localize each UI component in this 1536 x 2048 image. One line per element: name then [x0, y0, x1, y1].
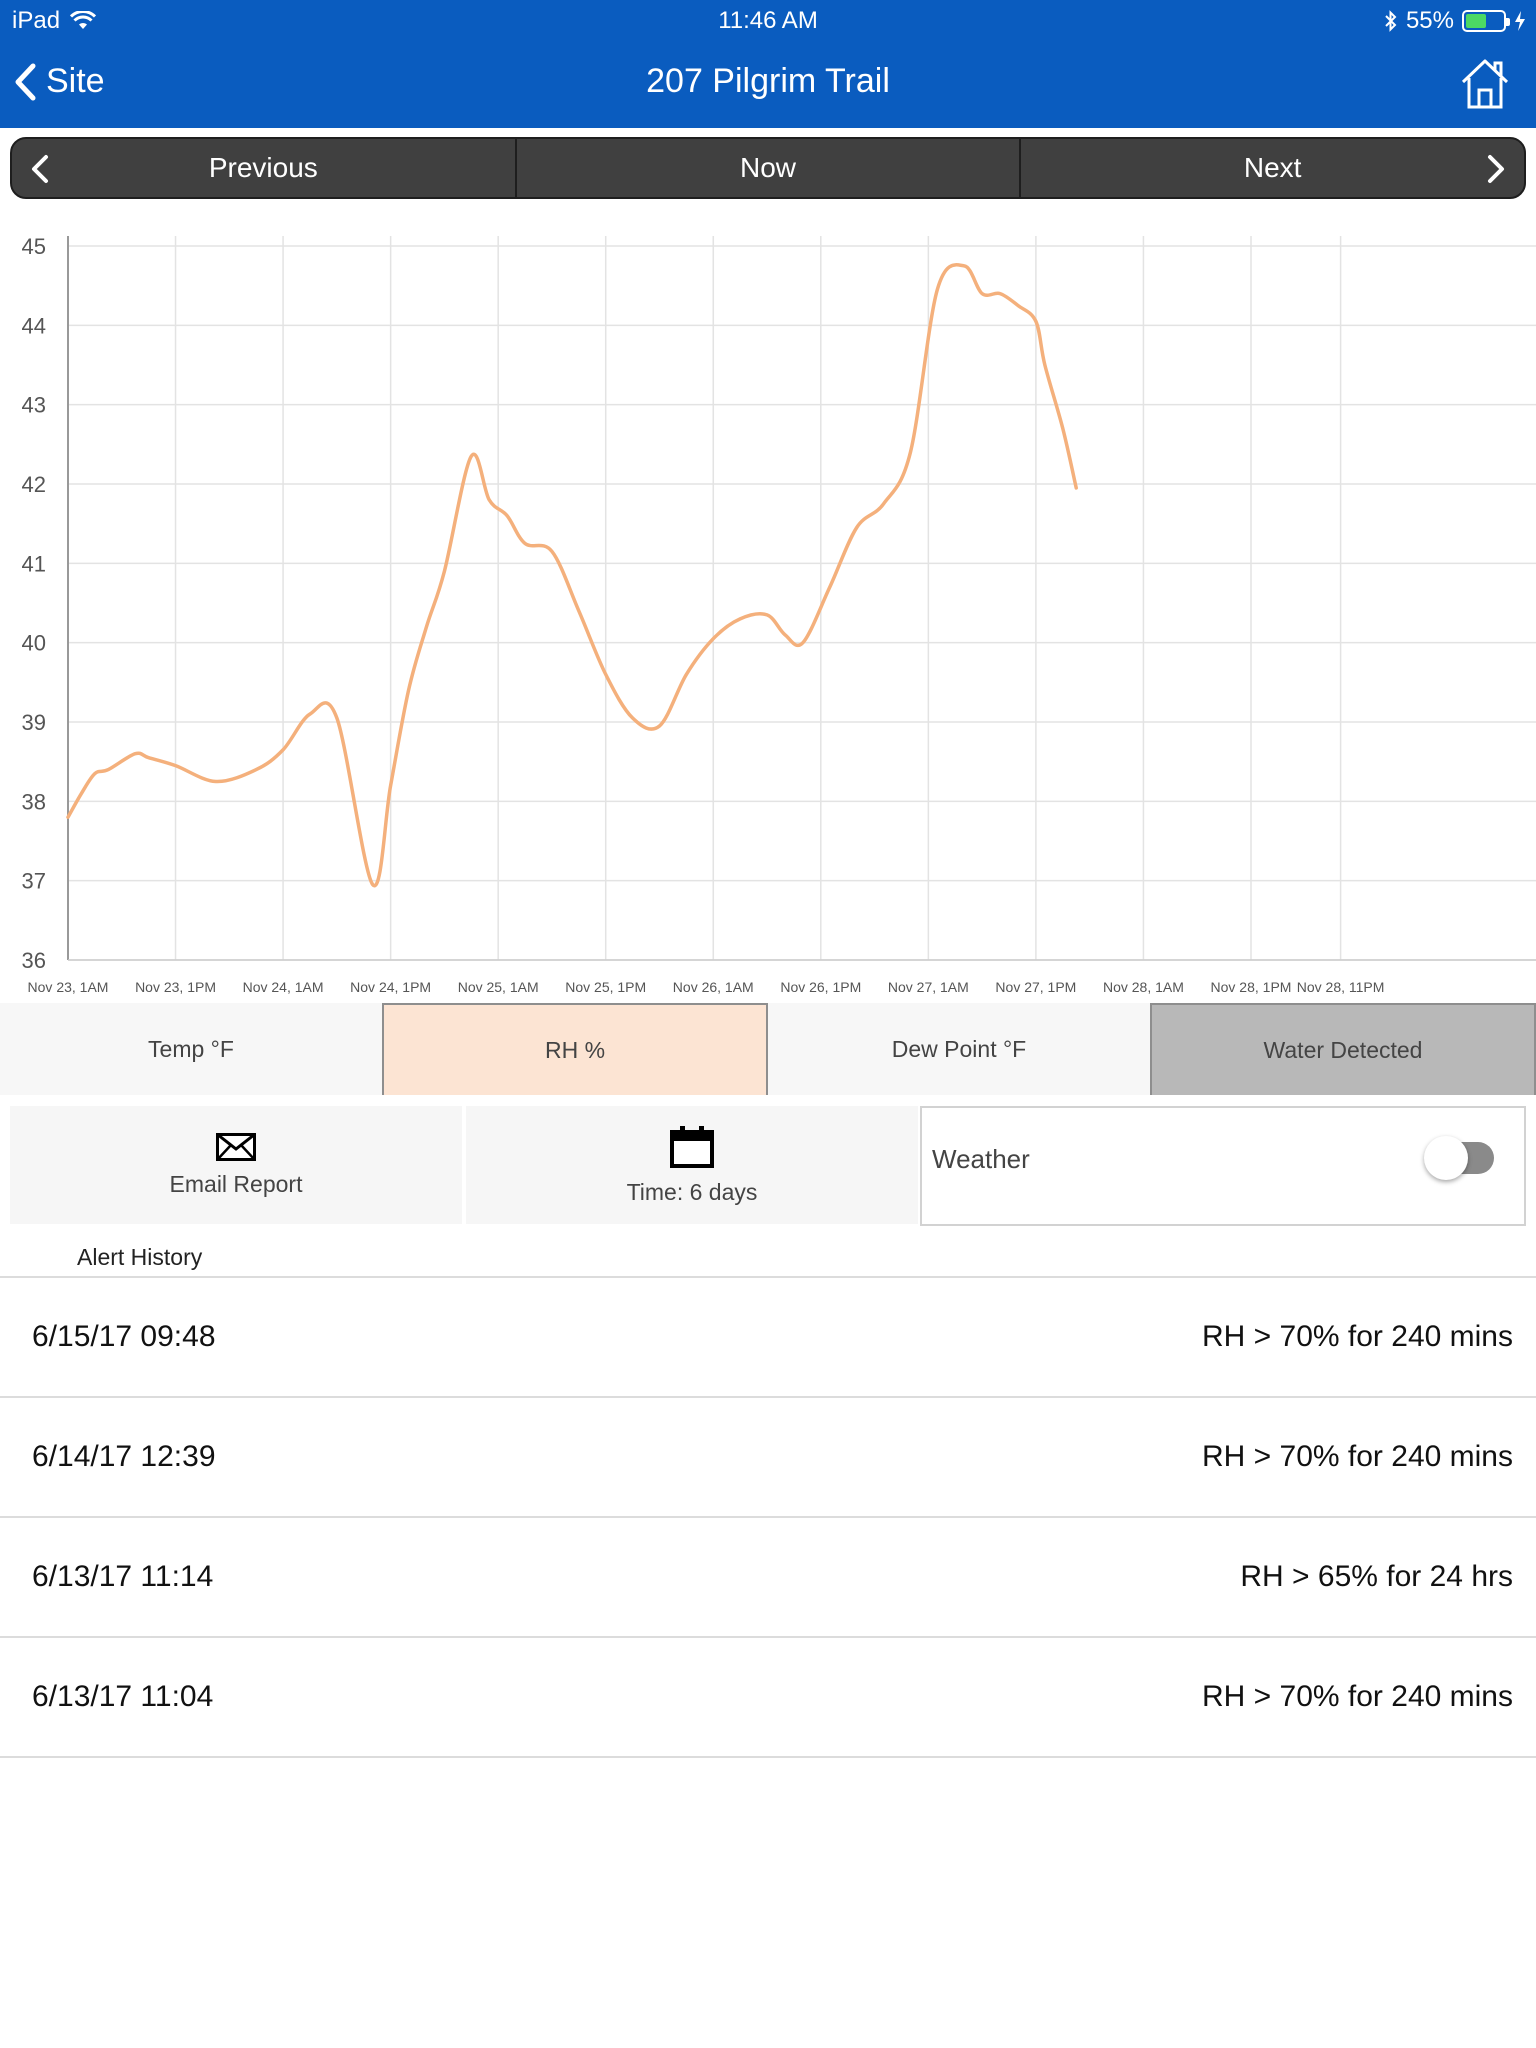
y-tick-label: 38 — [22, 789, 46, 814]
tab-rh[interactable]: RH % — [382, 1003, 768, 1095]
alert-date: 6/13/17 11:04 — [32, 1680, 214, 1713]
home-icon[interactable] — [1460, 58, 1510, 110]
next-label: Next — [1243, 152, 1302, 183]
y-tick-label: 43 — [22, 393, 46, 418]
x-tick-label: Nov 26, 1AM — [673, 979, 754, 995]
period-selector: Previous Now Next — [10, 137, 1526, 199]
alert-history-list: 6/15/17 09:48 RH > 70% for 240 mins 6/14… — [0, 1276, 1536, 1758]
status-right: 55% — [1384, 7, 1526, 35]
weather-toggle-row: Weather — [920, 1106, 1526, 1226]
x-tick-label: Nov 26, 1PM — [780, 979, 861, 995]
tab-temp[interactable]: Temp °F — [0, 1003, 382, 1095]
x-tick-label: Nov 28, 11PM — [1297, 979, 1385, 995]
status-time: 11:46 AM — [718, 7, 818, 34]
x-tick-label: Nov 24, 1AM — [243, 979, 324, 995]
alert-row[interactable]: 6/13/17 11:04 RH > 70% for 240 mins — [0, 1638, 1536, 1758]
battery-fill — [1466, 14, 1486, 28]
alert-row[interactable]: 6/15/17 09:48 RH > 70% for 240 mins — [0, 1278, 1536, 1398]
y-tick-label: 44 — [22, 313, 46, 338]
now-button[interactable]: Now — [514, 139, 1020, 197]
email-report-button[interactable]: Email Report — [10, 1106, 462, 1224]
email-report-label: Email Report — [169, 1170, 303, 1197]
alert-rule: RH > 70% for 240 mins — [1202, 1440, 1513, 1473]
alert-rule: RH > 70% for 240 mins — [1202, 1680, 1513, 1713]
previous-label: Previous — [208, 152, 318, 183]
metric-tabs: Temp °F RH % Dew Point °F Water Detected — [0, 1003, 1536, 1095]
bluetooth-icon — [1385, 10, 1397, 32]
alert-rule: RH > 65% for 24 hrs — [1240, 1560, 1513, 1593]
app-header: iPad 11:46 AM 55% Site 207 Pilgrim Trail — [0, 0, 1536, 128]
y-tick-label: 42 — [22, 472, 46, 497]
x-tick-label: Nov 25, 1AM — [458, 979, 539, 995]
time-range-button[interactable]: Time: 6 days — [466, 1106, 918, 1224]
rh-series-line — [66, 263, 1078, 888]
next-button[interactable]: Next — [1019, 139, 1524, 197]
alert-row[interactable]: 6/14/17 12:39 RH > 70% for 240 mins — [0, 1398, 1536, 1518]
x-tick-label: Nov 28, 1PM — [1211, 979, 1292, 995]
envelope-icon — [216, 1132, 256, 1161]
charging-icon — [1515, 11, 1525, 31]
alert-row[interactable]: 6/13/17 11:14 RH > 65% for 24 hrs — [0, 1518, 1536, 1638]
x-tick-label: Nov 23, 1PM — [135, 979, 216, 995]
x-tick-label: Nov 28, 1AM — [1103, 979, 1184, 995]
battery-percent: 55% — [1405, 7, 1454, 34]
x-tick-label: Nov 23, 1AM — [28, 979, 109, 995]
x-tick-label: Nov 24, 1PM — [350, 979, 431, 995]
calendar-icon — [670, 1125, 714, 1168]
x-tick-label: Nov 27, 1PM — [995, 979, 1076, 995]
now-label: Now — [740, 152, 797, 183]
y-tick-label: 40 — [22, 631, 46, 656]
y-tick-label: 41 — [22, 551, 46, 576]
chevron-left-icon — [32, 155, 48, 183]
alert-history-title: Alert History — [77, 1244, 203, 1270]
x-tick-label: Nov 25, 1PM — [565, 979, 646, 995]
page-title: 207 Pilgrim Trail — [646, 62, 890, 100]
status-bar: iPad 11:46 AM 55% — [0, 0, 1536, 40]
time-range-label: Time: 6 days — [626, 1178, 758, 1205]
x-tick-label: Nov 27, 1AM — [888, 979, 969, 995]
y-tick-label: 39 — [22, 710, 46, 735]
chevron-right-icon — [1488, 155, 1505, 183]
weather-toggle-knob — [1424, 1136, 1468, 1180]
tab-water-detected[interactable]: Water Detected — [1150, 1003, 1536, 1095]
y-tick-label: 45 — [22, 234, 46, 259]
alert-date: 6/15/17 09:48 — [32, 1320, 216, 1353]
y-tick-label: 36 — [22, 948, 46, 973]
alert-rule: RH > 70% for 240 mins — [1202, 1320, 1513, 1353]
y-tick-label: 37 — [22, 869, 46, 894]
tab-dew-point[interactable]: Dew Point °F — [768, 1003, 1150, 1095]
weather-label: Weather — [932, 1144, 1030, 1174]
weather-toggle[interactable] — [1424, 1136, 1494, 1180]
alert-date: 6/13/17 11:14 — [32, 1560, 214, 1593]
battery-tip — [1506, 18, 1510, 26]
rh-line-chart[interactable]: 36 37 38 39 40 41 42 43 44 45 Nov 23, 1AM Nov 23, 1… — [0, 210, 1536, 1010]
previous-button[interactable]: Previous — [12, 139, 515, 197]
alert-date: 6/14/17 12:39 — [32, 1440, 216, 1473]
battery-icon — [1462, 10, 1510, 32]
